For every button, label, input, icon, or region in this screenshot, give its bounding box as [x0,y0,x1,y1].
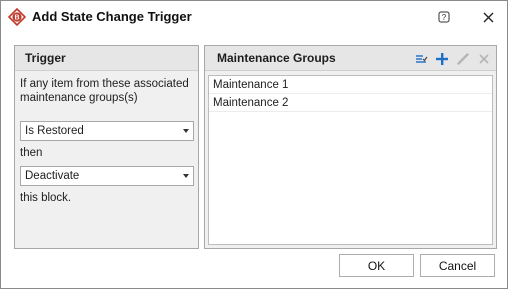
condition-dropdown[interactable]: Is Restored [20,121,194,141]
trigger-panel: Trigger If any item from these associate… [14,45,199,249]
svg-text:?: ? [442,13,447,22]
select-items-icon[interactable] [413,51,429,67]
trigger-panel-header: Trigger [15,46,198,71]
ok-button[interactable]: OK [339,254,414,277]
list-item[interactable]: Maintenance 2 [209,94,492,112]
edit-icon[interactable] [455,51,471,67]
close-button[interactable] [475,5,501,29]
help-button[interactable]: ? [431,5,457,29]
this-block-label: this block. [20,192,72,204]
maintenance-groups-header: Maintenance Groups [205,46,496,71]
svg-text:B: B [14,15,19,22]
then-label: then [20,147,43,159]
help-icon: ? [438,11,450,23]
condition-dropdown-value: Is Restored [25,125,84,137]
b-logo-icon: B [7,7,27,27]
maintenance-groups-title: Maintenance Groups [217,51,336,65]
maintenance-groups-list[interactable]: Maintenance 1 Maintenance 2 [208,75,493,245]
close-icon [483,12,493,22]
maintenance-groups-panel: Maintenance Groups Maintenance 1 Mainten… [204,45,497,249]
dropdown-arrow-icon [183,129,189,133]
delete-icon[interactable] [476,51,492,67]
trigger-description: If any item from these associated mainte… [20,78,189,104]
list-item[interactable]: Maintenance 1 [209,76,492,94]
title-bar: B Add State Change Trigger ? [1,1,507,33]
add-icon[interactable] [434,51,450,67]
add-state-change-trigger-dialog: B Add State Change Trigger ? Trigger If … [0,0,508,289]
groups-toolbar [413,51,492,67]
action-dropdown[interactable]: Deactivate [20,166,194,186]
dropdown-arrow-icon [183,174,189,178]
action-dropdown-value: Deactivate [25,170,80,182]
dialog-title: Add State Change Trigger [32,9,192,24]
cancel-button[interactable]: Cancel [420,254,495,277]
